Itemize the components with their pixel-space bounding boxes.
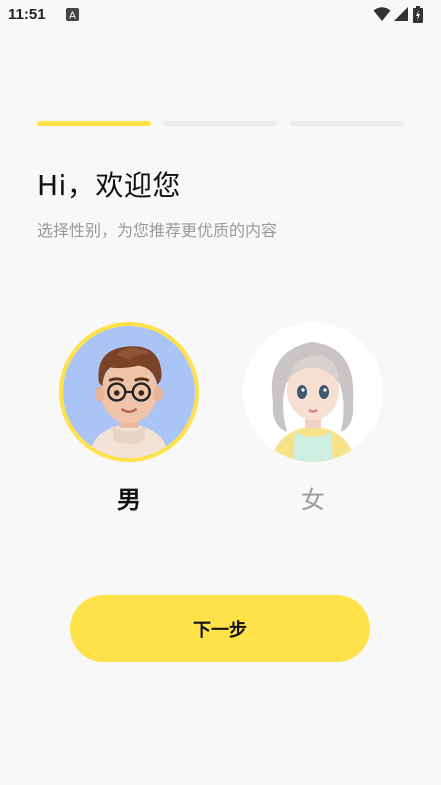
female-avatar-illustration	[243, 322, 383, 462]
gender-label-female: 女	[301, 486, 325, 514]
svg-text:A: A	[69, 11, 76, 22]
page-title: Hi，欢迎您	[37, 169, 181, 202]
progress-segment-1	[37, 121, 151, 126]
gender-option-female[interactable]: 女	[243, 322, 383, 522]
gender-label-male: 男	[117, 486, 141, 514]
step-progress	[37, 121, 404, 126]
status-time: 11:51	[8, 6, 46, 23]
male-avatar-illustration	[63, 326, 195, 458]
battery-icon	[413, 6, 423, 23]
male-avatar[interactable]	[59, 322, 199, 462]
notification-a-icon: A	[66, 8, 79, 21]
female-avatar[interactable]	[243, 322, 383, 462]
progress-segment-2	[163, 121, 277, 126]
progress-segment-3	[290, 121, 404, 126]
status-bar: 11:51 A	[0, 0, 441, 30]
page-subtitle: 选择性别，为您推荐更优质的内容	[37, 221, 278, 240]
status-icons	[373, 6, 431, 24]
gender-option-male[interactable]: 男	[59, 322, 199, 522]
cellular-signal-icon	[394, 7, 408, 21]
next-step-button[interactable]: 下一步	[70, 595, 370, 662]
wifi-icon	[373, 7, 391, 21]
